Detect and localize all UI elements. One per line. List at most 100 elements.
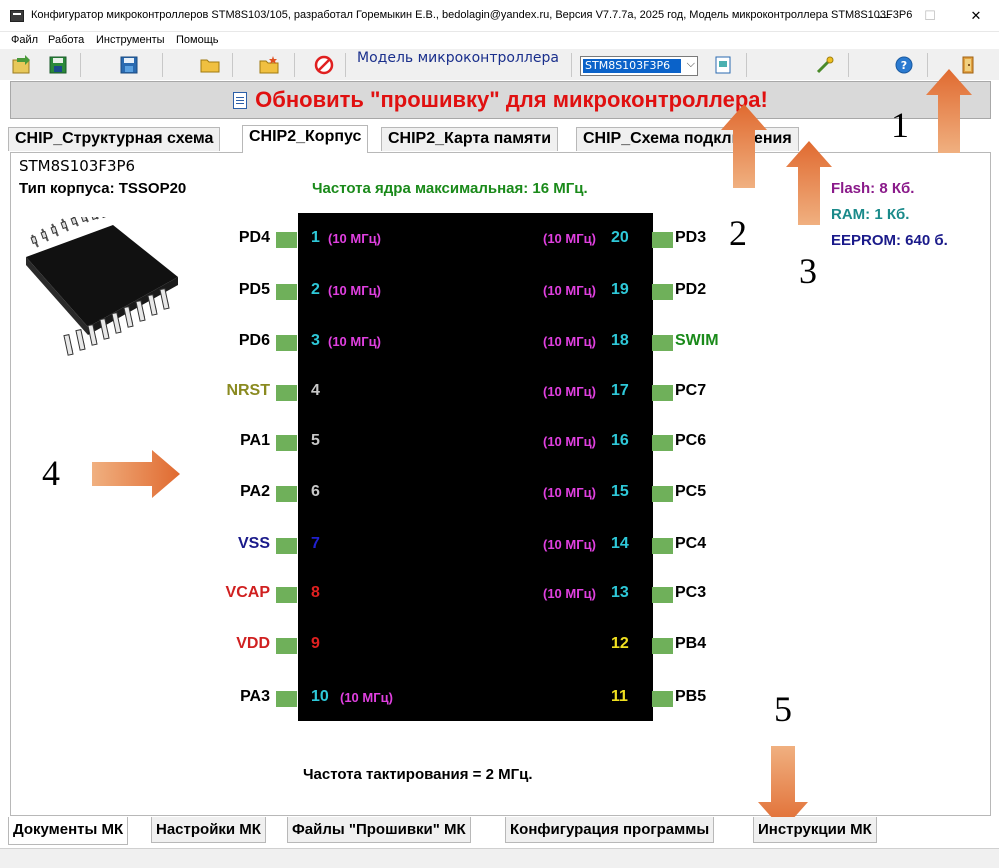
pin-pad (276, 691, 297, 707)
refresh-icon[interactable] (10, 53, 34, 77)
pin-pad (276, 335, 297, 351)
pin-label: PD6 (238, 332, 270, 349)
pin-pad (652, 284, 673, 300)
tab-package[interactable]: CHIP2_Корпус (242, 125, 369, 153)
new-folder-icon[interactable] (257, 53, 281, 77)
tab-memory-map[interactable]: CHIP2_Карта памяти (381, 127, 559, 151)
app-icon (10, 10, 24, 22)
pin-number: 3 (311, 332, 320, 349)
pin-label: VDD (236, 635, 270, 652)
bottom-tab-settings[interactable]: Настройки МК (151, 817, 266, 843)
annotation-number-5: 5 (774, 689, 792, 729)
update-firmware-label: Обновить "прошивку" для микроконтроллера… (255, 87, 768, 112)
pin-label: VSS (237, 535, 270, 552)
pin-label: SWIM (675, 332, 719, 349)
pin-number: 20 (611, 229, 629, 246)
annotation-arrow-2 (721, 104, 767, 188)
pin-label: PC5 (675, 483, 707, 500)
pin-number: 5 (311, 432, 320, 449)
pin-number: 15 (611, 483, 629, 500)
pin-number: 1 (311, 229, 320, 246)
pin-label: PD2 (675, 281, 707, 298)
pin-pad (276, 385, 297, 401)
help-icon[interactable]: ? (892, 53, 916, 77)
pin-label: PA1 (240, 432, 270, 449)
pin-pad (276, 638, 297, 654)
pin-number: 14 (611, 535, 629, 552)
pin-frequency: (10 МГц) (543, 283, 596, 298)
chip-name: STM8S103F3P6 (19, 157, 136, 175)
pin-frequency: (10 МГц) (340, 690, 393, 705)
pin-number: 17 (611, 382, 629, 399)
pin-label: PC6 (675, 432, 707, 449)
pin-pad (652, 691, 673, 707)
menu-tools[interactable]: Инструменты (96, 34, 165, 46)
pin-number: 10 (311, 688, 329, 705)
bottom-tab-instructions[interactable]: Инструкции МК (753, 817, 877, 843)
core-frequency: Частота ядра максимальная: 16 МГц. (312, 180, 588, 197)
maximize-button[interactable]: ☐ (907, 0, 953, 32)
model-label: Модель микроконтроллера (357, 50, 559, 66)
pin-label: PD5 (238, 281, 270, 298)
pin-pad (652, 638, 673, 654)
pin-label: PC3 (675, 584, 707, 601)
save-icon[interactable] (117, 53, 141, 77)
pin-pad (276, 232, 297, 248)
pin-frequency: (10 МГц) (543, 334, 596, 349)
svg-text:?: ? (901, 59, 907, 72)
bottom-tab-firmware-files[interactable]: Файлы "Прошивки" МК (287, 817, 471, 843)
pin-number: 18 (611, 332, 629, 349)
pin-pad (652, 335, 673, 351)
pin-frequency: (10 МГц) (543, 384, 596, 399)
pin-pad (276, 284, 297, 300)
menu-bar: Файл Работа Инструменты Помощь (0, 32, 999, 49)
pin-frequency: (10 МГц) (543, 231, 596, 246)
pin-pad (276, 587, 297, 603)
pin-label: PA2 (240, 483, 270, 500)
tab-structure[interactable]: CHIP_Структурная схема (8, 127, 221, 151)
pin-frequency: (10 МГц) (543, 485, 596, 500)
pin-label: PA3 (240, 688, 270, 705)
model-select[interactable]: STM8S103F3P6 ⌵ (580, 56, 698, 76)
annotation-arrow-1 (926, 69, 972, 153)
pin-label: PD4 (238, 229, 270, 246)
minimize-button[interactable]: — (861, 0, 907, 32)
status-bar (0, 848, 999, 868)
update-firmware-button[interactable]: Обновить "прошивку" для микроконтроллера… (10, 81, 991, 119)
pin-number: 19 (611, 281, 629, 298)
annotation-number-3: 3 (799, 251, 817, 291)
wand-icon[interactable] (813, 53, 837, 77)
chevron-down-icon: ⌵ (686, 58, 695, 70)
annotation-arrow-3 (786, 141, 832, 225)
eeprom-size: EEPROM: 640 б. (831, 232, 948, 249)
cancel-icon[interactable] (312, 53, 336, 77)
pin-frequency: (10 МГц) (328, 283, 381, 298)
close-button[interactable]: ✕ (953, 0, 999, 32)
pin-pad (652, 385, 673, 401)
bottom-tab-program-config[interactable]: Конфигурация программы (505, 817, 715, 843)
flash-size: Flash: 8 Кб. (831, 180, 915, 197)
menu-work[interactable]: Работа (48, 34, 84, 46)
save-all-icon[interactable] (46, 53, 70, 77)
pin-number: 7 (311, 535, 320, 552)
pin-pad (276, 435, 297, 451)
pin-pad (652, 232, 673, 248)
pin-frequency: (10 МГц) (328, 334, 381, 349)
bottom-tab-documents[interactable]: Документы МК (8, 817, 129, 845)
open-folder-icon[interactable] (198, 53, 222, 77)
pin-pad (652, 435, 673, 451)
annotation-number-1: 1 (891, 105, 909, 145)
pin-frequency: (10 МГц) (543, 537, 596, 552)
menu-help[interactable]: Помощь (176, 34, 219, 46)
chip-icon[interactable] (711, 53, 735, 77)
pin-pad (276, 538, 297, 554)
pin-label: PC7 (675, 382, 707, 399)
pin-number: 4 (311, 382, 320, 399)
pin-pad (652, 538, 673, 554)
pin-label: NRST (226, 382, 270, 399)
menu-file[interactable]: Файл (11, 34, 38, 46)
pin-number: 8 (311, 584, 320, 601)
pin-number: 12 (611, 635, 629, 652)
pin-label: PD3 (675, 229, 707, 246)
pin-label: PB4 (675, 635, 707, 652)
